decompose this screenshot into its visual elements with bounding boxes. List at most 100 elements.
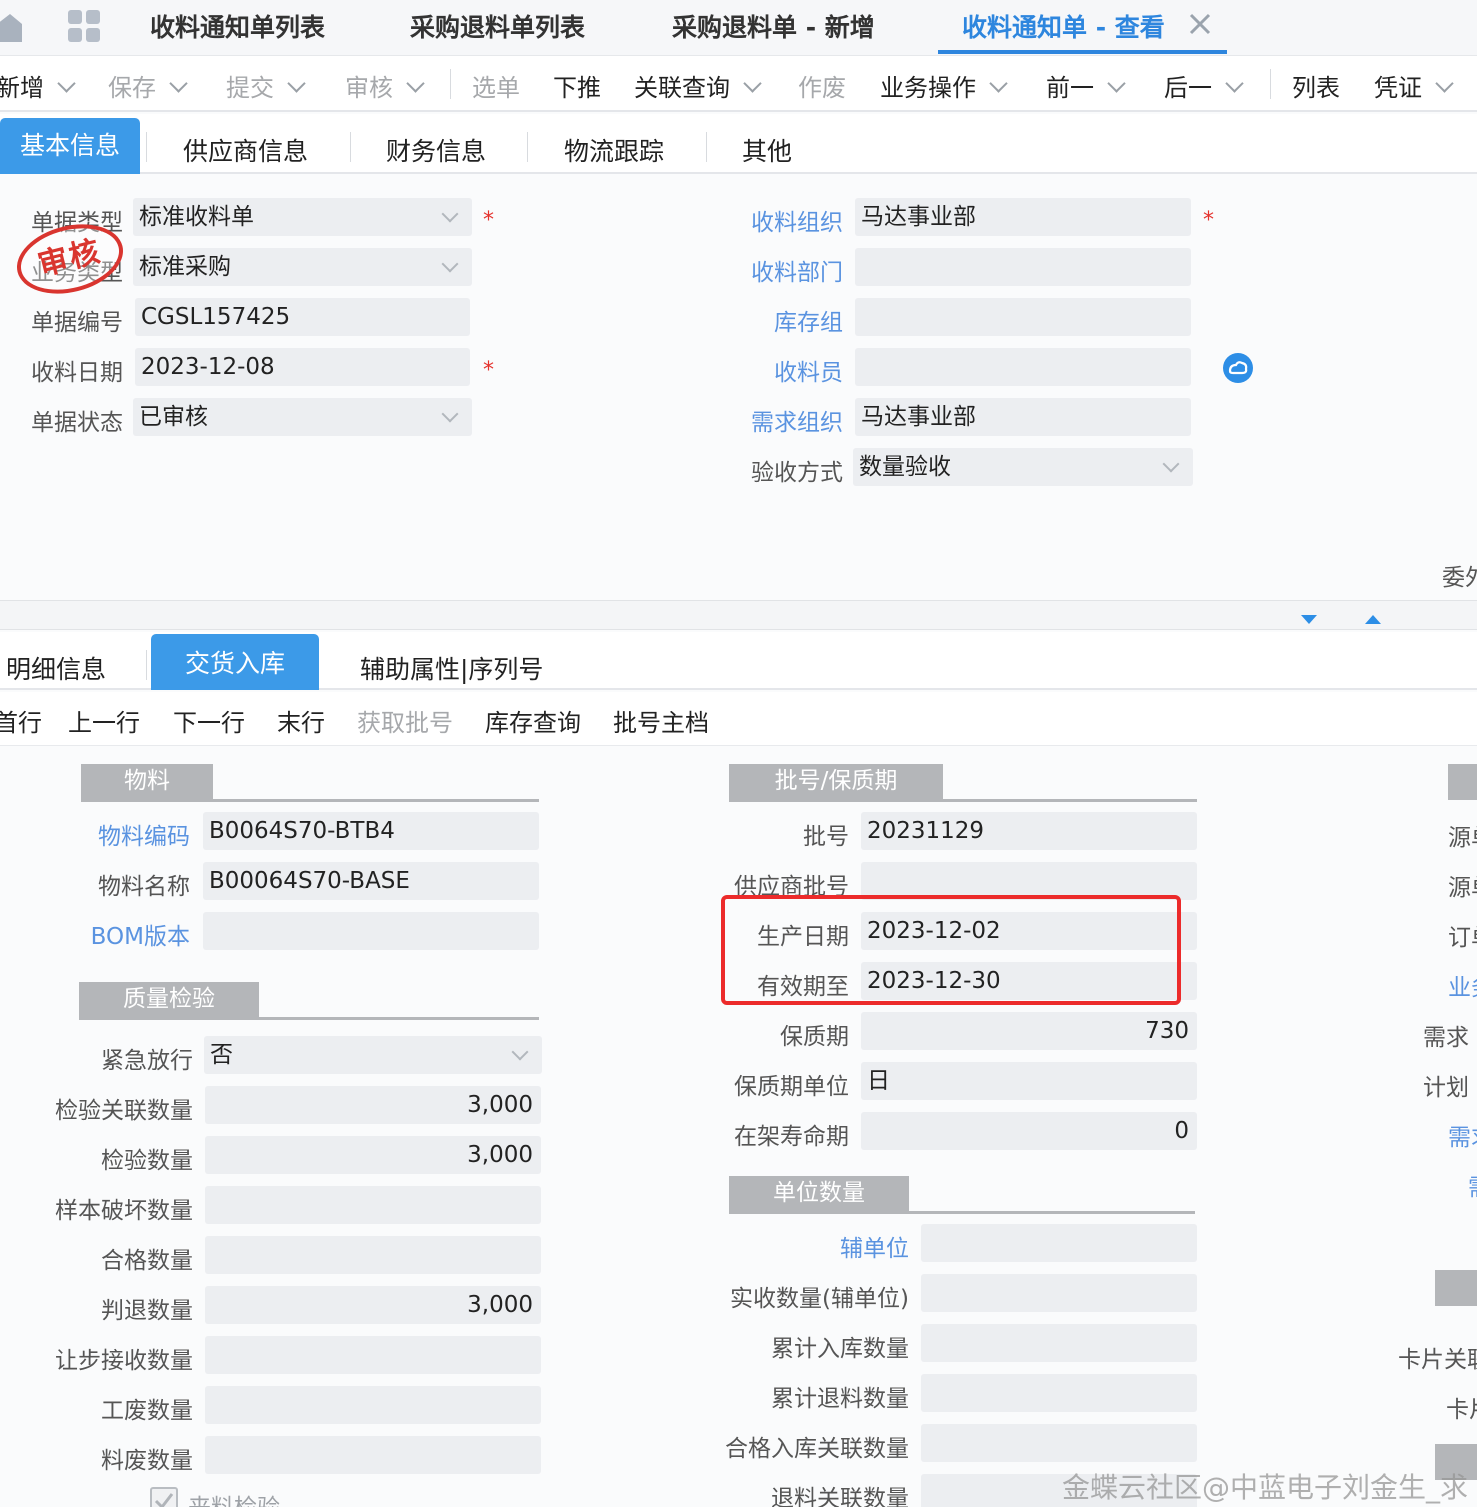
lot-master-button[interactable]: 批号主档 — [613, 703, 709, 738]
tab-logistics[interactable]: 物流跟踪 — [564, 132, 664, 168]
aux-unit-field[interactable] — [921, 1224, 1197, 1262]
stock-query-button[interactable]: 库存查询 — [485, 703, 581, 738]
demand-org-field[interactable]: 马达事业部 — [855, 398, 1191, 436]
insp-qty-field[interactable]: 3,000 — [205, 1136, 541, 1174]
chevron-down-icon[interactable] — [287, 74, 306, 93]
prev-row-button[interactable]: 上一行 — [68, 703, 140, 738]
business-type-select[interactable]: 标准采购 — [133, 248, 472, 286]
bill-no-field[interactable]: CGSL157425 — [135, 298, 470, 336]
qualified-qty-field[interactable] — [205, 1236, 541, 1274]
demand-org-label[interactable]: 需求组织 — [730, 403, 843, 437]
qualified-inbound-link-field[interactable] — [921, 1424, 1197, 1462]
receive-date-field[interactable]: 2023-12-08 — [135, 348, 470, 386]
stock-group-field[interactable] — [855, 298, 1191, 336]
business-ops-button[interactable]: 业务操作 — [880, 68, 1008, 103]
chevron-down-icon[interactable] — [406, 74, 425, 93]
tab-divider — [350, 132, 351, 162]
actual-aux-qty-field[interactable] — [921, 1274, 1197, 1312]
voucher-button[interactable]: 凭证 — [1374, 68, 1454, 103]
material-code-field[interactable]: B0064S70-BTB4 — [203, 812, 539, 850]
push-down-button[interactable]: 下推 — [553, 68, 601, 103]
get-lot-button[interactable]: 获取批号 — [357, 703, 453, 738]
submit-button[interactable]: 提交 — [226, 68, 306, 103]
sample-damage-field[interactable] — [205, 1186, 541, 1224]
chevron-down-icon — [441, 255, 459, 273]
home-icon[interactable] — [0, 10, 22, 44]
business-label[interactable]: 业务 — [1448, 968, 1477, 1002]
grid-menu-icon[interactable] — [66, 8, 102, 44]
first-row-button[interactable]: 首行 — [0, 703, 42, 738]
tab-aux-attr-serial[interactable]: 辅助属性|序列号 — [360, 650, 543, 686]
prev-button[interactable]: 前一 — [1046, 68, 1126, 103]
insp-link-qty-field[interactable]: 3,000 — [205, 1086, 541, 1124]
material-code-label[interactable]: 物料编码 — [60, 817, 190, 851]
close-tab-icon[interactable] — [1188, 12, 1212, 36]
bill-type-select[interactable]: 标准收料单 — [133, 198, 472, 236]
lot-no-field[interactable]: 20231129 — [861, 812, 1197, 850]
cum-inbound-field[interactable] — [921, 1324, 1197, 1362]
bom-version-label[interactable]: BOM版本 — [60, 917, 190, 951]
save-button[interactable]: 保存 — [108, 68, 188, 103]
tab-receive-notice-list[interactable]: 收料通知单列表 — [150, 8, 325, 44]
chevron-down-icon[interactable] — [169, 74, 188, 93]
card-link-label: 卡片关联 — [1398, 1347, 1477, 1373]
urgent-release-select[interactable]: 否 — [204, 1036, 542, 1074]
material-scrap-field[interactable] — [205, 1436, 541, 1474]
audit-button[interactable]: 审核 — [345, 68, 425, 103]
accept-method-select[interactable]: 数量验收 — [853, 448, 1193, 486]
shelf-life-field[interactable]: 730 — [861, 1012, 1197, 1050]
aux-unit-label[interactable]: 辅单位 — [700, 1229, 909, 1263]
chevron-down-icon[interactable] — [1225, 74, 1244, 93]
tab-other[interactable]: 其他 — [742, 132, 792, 168]
incoming-inspection-checkbox[interactable] — [150, 1487, 178, 1507]
chevron-down-icon[interactable] — [1435, 74, 1454, 93]
tab-supplier-info[interactable]: 供应商信息 — [183, 132, 308, 168]
bom-version-field[interactable] — [203, 912, 539, 950]
select-bill-button[interactable]: 选单 — [472, 68, 520, 103]
demand-link-label-2[interactable]: 需 — [1468, 1168, 1477, 1202]
tab-receive-notice-view[interactable]: 收料通知单 - 查看 — [962, 8, 1165, 44]
cloud-sync-icon[interactable] — [1222, 352, 1254, 384]
status-select[interactable]: 已审核 — [133, 398, 472, 436]
next-button[interactable]: 后一 — [1164, 68, 1244, 103]
watermark-text: 金蝶云社区@中蓝电子刘金生_求 — [1062, 1471, 1469, 1504]
chevron-down-icon[interactable] — [1107, 74, 1126, 93]
work-scrap-label: 工废数量 — [101, 1398, 193, 1424]
tab-detail-info[interactable]: 明细信息 — [6, 650, 106, 686]
recv-org-field[interactable]: 马达事业部 — [855, 198, 1191, 236]
cum-return-field[interactable] — [921, 1374, 1197, 1412]
void-button[interactable]: 作废 — [798, 68, 846, 103]
last-row-button[interactable]: 末行 — [277, 703, 325, 738]
demand-link-label[interactable]: 需求 — [1448, 1118, 1477, 1152]
highlight-box — [721, 895, 1181, 1005]
tab-finance-info[interactable]: 财务信息 — [386, 132, 486, 168]
material-name-field[interactable]: B00064S70-BASE — [203, 862, 539, 900]
rejected-qty-label: 判退数量 — [101, 1298, 193, 1324]
collapse-down-icon[interactable] — [1301, 610, 1317, 624]
work-scrap-field[interactable] — [205, 1386, 541, 1424]
incoming-inspection-label: 来料检验 — [188, 1488, 280, 1507]
recv-org-label[interactable]: 收料组织 — [730, 203, 843, 237]
shelf-on-life-field[interactable]: 0 — [861, 1112, 1197, 1150]
receiver-field[interactable] — [855, 348, 1191, 386]
expand-up-icon[interactable] — [1365, 609, 1381, 624]
panel-splitter[interactable] — [0, 600, 1477, 630]
recv-dept-label[interactable]: 收料部门 — [730, 253, 843, 287]
tab-purchase-return-list[interactable]: 采购退料单列表 — [410, 8, 585, 44]
rejected-qty-field[interactable]: 3,000 — [205, 1286, 541, 1324]
chevron-down-icon[interactable] — [743, 74, 762, 93]
recv-dept-field[interactable] — [855, 248, 1191, 286]
stock-group-label[interactable]: 库存组 — [730, 303, 843, 337]
shelf-life-unit-field[interactable]: 日 — [861, 1062, 1197, 1100]
next-row-button[interactable]: 下一行 — [173, 703, 245, 738]
tab-delivery-inbound[interactable]: 交货入库 — [151, 634, 319, 690]
chevron-down-icon[interactable] — [989, 74, 1008, 93]
tab-purchase-return-new[interactable]: 采购退料单 - 新增 — [672, 8, 875, 44]
related-query-button[interactable]: 关联查询 — [634, 68, 762, 103]
list-button[interactable]: 列表 — [1292, 68, 1340, 103]
concession-qty-field[interactable] — [205, 1336, 541, 1374]
new-button[interactable]: 新增 — [0, 68, 76, 103]
receiver-label[interactable]: 收料员 — [730, 353, 843, 387]
tab-basic-info[interactable]: 基本信息 — [0, 118, 140, 174]
chevron-down-icon[interactable] — [57, 74, 76, 93]
